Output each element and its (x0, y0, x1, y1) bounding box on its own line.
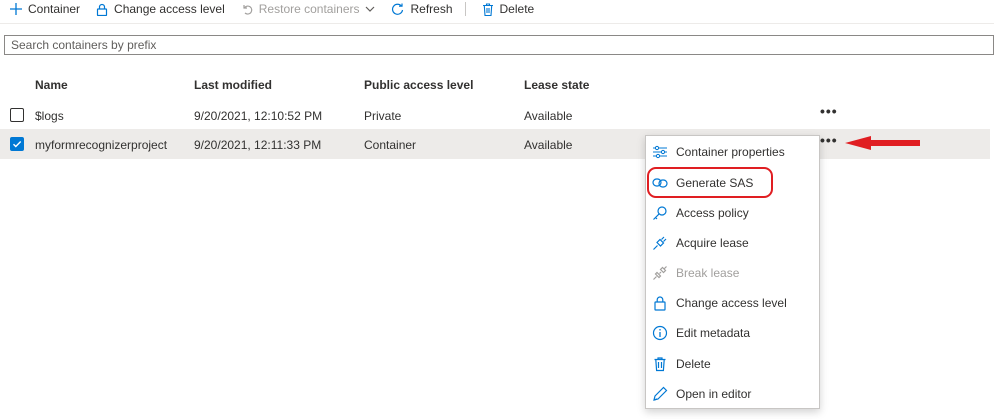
restore-containers-button[interactable]: Restore containers (231, 0, 382, 18)
menu-item-access-policy[interactable]: Access policy (646, 198, 819, 228)
command-bar: Container Change access level Restore co… (0, 0, 994, 18)
change-access-level-label: Change access level (114, 2, 225, 16)
menu-item-generate-sas[interactable]: Generate SAS (646, 168, 819, 198)
menu-item-label: Container properties (676, 145, 785, 159)
refresh-button[interactable]: Refresh (381, 0, 458, 18)
info-icon (652, 325, 668, 341)
context-menu: Container properties Generate SAS Access… (645, 135, 820, 409)
last-modified-value: 9/20/2021, 12:11:33 PM (194, 138, 322, 152)
delete-label: Delete (499, 2, 535, 16)
column-header-name[interactable]: Name (35, 78, 68, 92)
access-level-value: Private (364, 109, 402, 123)
row-checkbox[interactable] (10, 137, 24, 151)
menu-item-label: Access policy (676, 206, 749, 220)
trash-icon (482, 2, 493, 16)
menu-item-label: Edit metadata (676, 326, 751, 340)
toolbar-divider-line (0, 23, 994, 24)
access-level-value: Container (364, 138, 417, 152)
menu-item-label: Break lease (676, 266, 740, 280)
unplug-icon (653, 266, 667, 280)
lease-state-value: Available (524, 138, 573, 152)
trash-icon (654, 357, 666, 372)
toolbar-divider (464, 2, 466, 16)
menu-item-label: Delete (676, 357, 711, 371)
menu-item-label: Open in editor (676, 387, 752, 401)
column-header-last-modified[interactable]: Last modified (194, 78, 272, 92)
refresh-icon (392, 3, 404, 15)
sliders-icon (653, 145, 667, 159)
annotation-arrow-icon (845, 136, 920, 150)
last-modified-value: 9/20/2021, 12:10:52 PM (194, 109, 323, 123)
refresh-label: Refresh (410, 2, 453, 16)
menu-item-label: Generate SAS (676, 176, 754, 190)
menu-item-container-properties[interactable]: Container properties (646, 137, 819, 167)
chevron-down-icon (366, 6, 375, 12)
menu-item-open-in-editor[interactable]: Open in editor (646, 379, 819, 409)
column-header-public-access-level[interactable]: Public access level (364, 78, 473, 92)
link-icon (652, 178, 668, 188)
plug-icon (653, 236, 667, 250)
change-access-level-button[interactable]: Change access level (86, 0, 231, 18)
lock-icon (96, 3, 108, 16)
more-actions-button[interactable]: ••• (820, 132, 838, 148)
row-checkbox[interactable] (10, 108, 24, 122)
lease-state-value: Available (524, 109, 573, 123)
undo-icon (243, 5, 253, 15)
key-icon (653, 206, 667, 220)
menu-item-acquire-lease[interactable]: Acquire lease (646, 228, 819, 258)
table-row[interactable]: $logs 9/20/2021, 12:10:52 PM Private Ava… (0, 101, 990, 130)
menu-item-label: Change access level (676, 296, 787, 310)
lock-icon (654, 296, 666, 311)
column-header-lease-state[interactable]: Lease state (524, 78, 589, 92)
container-name[interactable]: $logs (35, 109, 64, 123)
pencil-icon (653, 386, 668, 401)
menu-item-change-access-level[interactable]: Change access level (646, 288, 819, 318)
search-box (4, 35, 994, 55)
delete-button[interactable]: Delete (472, 0, 541, 18)
menu-item-edit-metadata[interactable]: Edit metadata (646, 318, 819, 348)
search-input[interactable] (5, 36, 993, 54)
table-row[interactable]: myformrecognizerproject 9/20/2021, 12:11… (0, 130, 990, 159)
checkmark-icon (13, 141, 22, 148)
restore-containers-label: Restore containers (258, 2, 360, 16)
plus-icon (10, 3, 22, 15)
add-container-button[interactable]: Container (0, 0, 86, 18)
menu-item-label: Acquire lease (676, 236, 749, 250)
container-name[interactable]: myformrecognizerproject (35, 138, 167, 152)
add-container-label: Container (28, 2, 81, 16)
menu-item-delete[interactable]: Delete (646, 349, 819, 379)
more-actions-button[interactable]: ••• (820, 103, 838, 119)
menu-item-break-lease[interactable]: Break lease (646, 258, 819, 288)
